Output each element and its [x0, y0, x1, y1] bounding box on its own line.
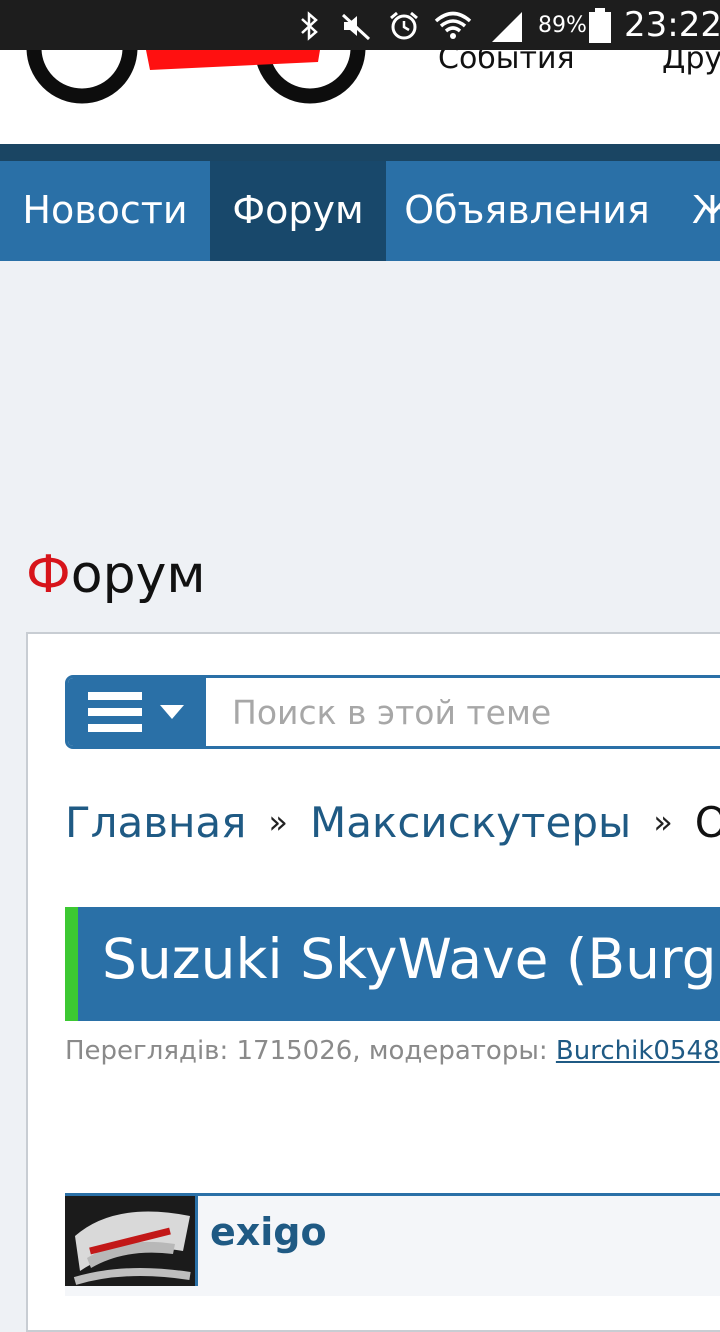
page-title: Форум — [26, 545, 206, 605]
nav-item-classifieds[interactable]: Объявления — [386, 161, 668, 261]
battery-icon — [589, 8, 611, 43]
breadcrumb-separator: » — [653, 803, 673, 841]
topic-search-bar — [65, 675, 720, 749]
breadcrumb-home[interactable]: Главная — [65, 798, 246, 847]
signal-icon — [492, 12, 522, 42]
mute-icon — [341, 13, 371, 41]
header-stripe — [0, 144, 720, 161]
nav-item-news[interactable]: Новости — [0, 161, 210, 261]
clock: 23:22 — [624, 5, 720, 45]
breadcrumb-maxiscooters[interactable]: Максискутеры — [310, 798, 631, 847]
hamburger-icon — [88, 692, 184, 732]
moderator-link[interactable]: Burchik0548 — [556, 1036, 720, 1066]
breadcrumb: Главная » Максискутеры » Об — [65, 798, 720, 847]
avatar-image — [65, 1196, 195, 1286]
header-link-friends[interactable]: Дру — [662, 50, 720, 76]
bluetooth-icon — [301, 11, 318, 41]
post-author-name[interactable]: exigo — [210, 1210, 327, 1254]
status-bar: 89% 23:22 — [0, 0, 720, 50]
topic-views-label: Переглядів: 1715026, модераторы: — [65, 1036, 556, 1066]
search-input[interactable] — [216, 678, 720, 746]
header-link-events[interactable]: События — [438, 50, 575, 76]
avatar[interactable] — [65, 1196, 198, 1286]
topic-title-bar: Suzuki SkyWave (Burgman — [65, 907, 720, 1021]
breadcrumb-separator: » — [268, 803, 288, 841]
site-header: События Дру — [0, 50, 720, 144]
post-header: exigo — [65, 1193, 720, 1296]
page-title-rest: орум — [70, 545, 206, 605]
nav-item-forum[interactable]: Форум — [210, 161, 386, 261]
main-nav: Новости Форум Объявления Ж — [0, 161, 720, 261]
battery-percentage: 89% — [538, 13, 587, 38]
topic-title: Suzuki SkyWave (Burgman — [102, 927, 720, 991]
menu-toggle-button[interactable] — [68, 678, 206, 746]
topic-meta: Переглядів: 1715026, модераторы: Burchik… — [65, 1036, 720, 1066]
site-logo[interactable] — [0, 50, 380, 144]
wifi-icon — [434, 11, 472, 39]
page-title-accent: Ф — [26, 545, 71, 605]
alarm-icon — [390, 11, 418, 40]
nav-item-more[interactable]: Ж — [668, 161, 720, 261]
chevron-down-icon — [160, 705, 184, 719]
breadcrumb-current: Об — [694, 798, 720, 847]
